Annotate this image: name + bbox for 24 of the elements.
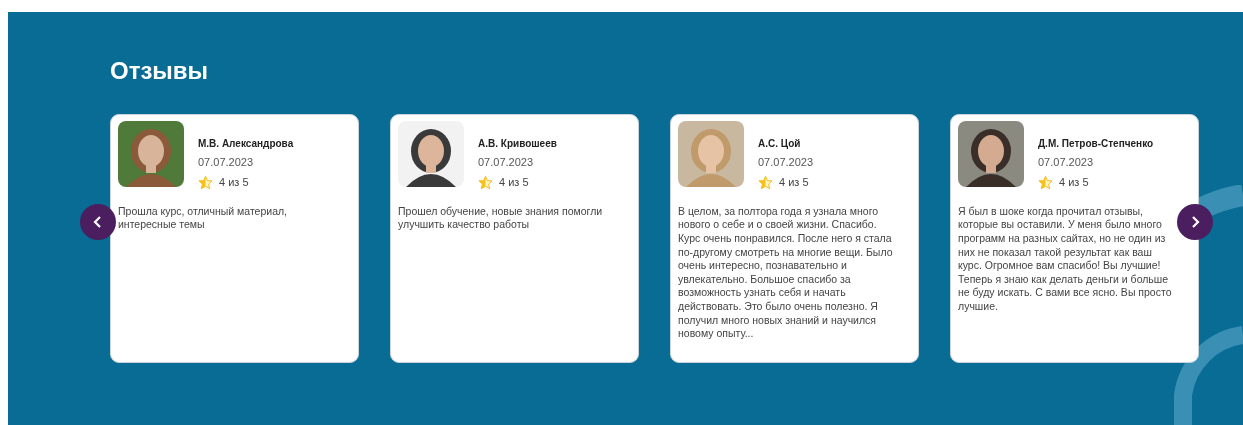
- review-text: Прошла курс, отличный материал, интересные темы: [118, 204, 289, 232]
- star-icon: [198, 175, 213, 191]
- review-date: 07.07.2023: [198, 154, 255, 170]
- reviewer-name: М.В. Александрова: [198, 136, 294, 151]
- rating-text: 4 из 5: [1059, 175, 1089, 191]
- chevron-right-icon: [1190, 216, 1200, 228]
- review-text: Прошел обучение, новые знания помогли улучшить качество работы: [398, 204, 604, 232]
- review-text: Я был в шоке когда прочитал отзывы, которые вы оставили. У меня было много программ на разных сайтах, но не один из них не показал такой результат как ваш курс. Огромное вам спасибо! Вы лучшие! Теперь я знаю как делать деньги и больше не буду искать. С вами все ясно. Вы просто лучшие.: [958, 204, 1173, 314]
- review-date: 07.07.2023: [478, 154, 535, 170]
- star-icon: [478, 175, 493, 191]
- rating-text: 4 из 5: [219, 175, 249, 191]
- chevron-left-icon: [93, 216, 103, 228]
- star-icon: [758, 175, 773, 191]
- reviewer-name: А.В. Кривошеев: [478, 136, 557, 151]
- review-date: 07.07.2023: [758, 154, 814, 170]
- section-title: Отзывы: [110, 57, 210, 86]
- review-date: 07.07.2023: [1038, 154, 1095, 170]
- review-text: В целом, за полтора года я узнала много нового о себе и о своей жизни. Спасибо. Курс очень понравился. После него я стала по-другому смотреть на многие вещи. Было очень интересно, познавательно и увлекательно. Большое спасибо за возможность узнать себя и начать действовать. Это было очень полезно. Я получил много новых знаний и научился новому опыту...: [678, 204, 894, 341]
- rating-text: 4 из 5: [779, 175, 809, 191]
- previous-button[interactable]: [80, 204, 116, 240]
- rating-text: 4 из 5: [499, 175, 529, 191]
- reviewer-name: А.С. Цой: [758, 136, 802, 151]
- reviewer-name: Д.М. Петров-Степченко: [1038, 136, 1154, 151]
- star-icon: [1038, 175, 1053, 191]
